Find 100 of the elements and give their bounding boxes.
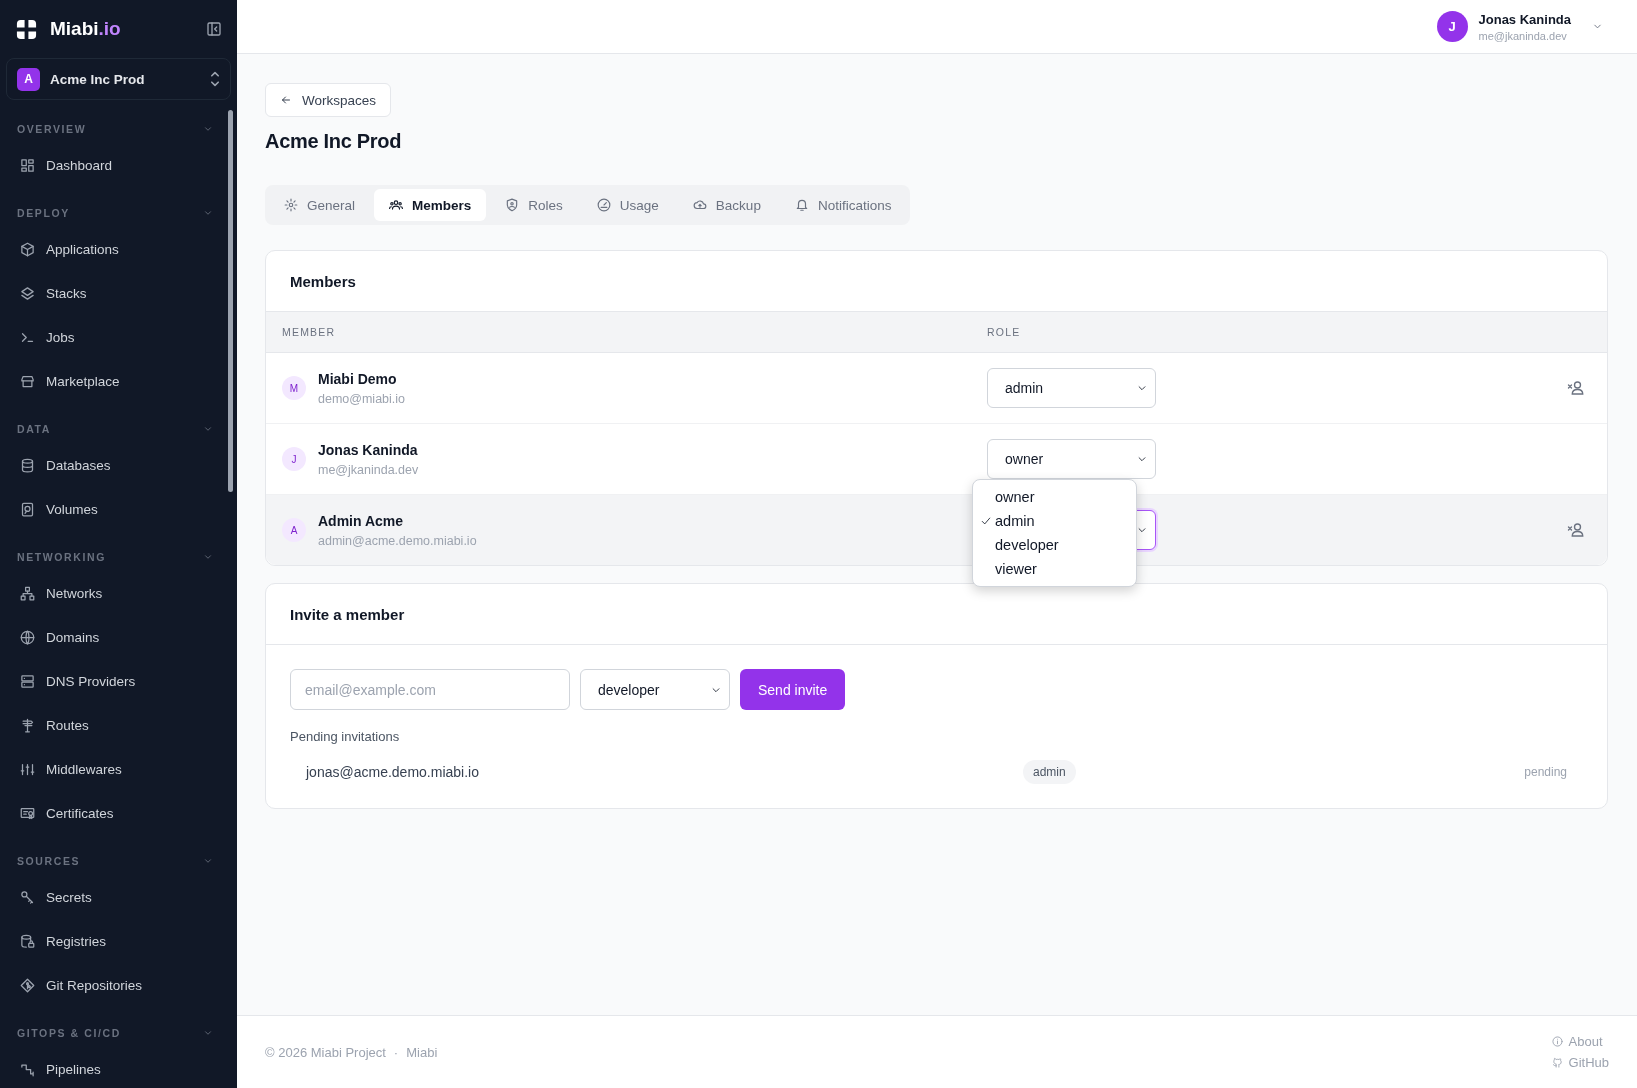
tab[interactable]: Notifications: [779, 189, 907, 221]
key-icon: [20, 889, 35, 905]
user-name: Jonas Kaninda: [1478, 11, 1571, 27]
menu-option[interactable]: admin: [973, 509, 1136, 533]
logo-icon: [15, 17, 38, 41]
brand-name: Miabi.io: [50, 18, 122, 40]
menu-option[interactable]: viewer: [973, 557, 1136, 581]
chevron-down-icon: [1137, 383, 1147, 393]
nav-item[interactable]: Secrets: [0, 875, 237, 919]
certificate-icon: [20, 805, 35, 821]
page-title: Acme Inc Prod: [265, 130, 403, 153]
nav-item[interactable]: Registries: [0, 919, 237, 963]
nav-item[interactable]: Certificates: [0, 791, 237, 835]
chevron-down-icon[interactable]: [203, 856, 213, 866]
role-select[interactable]: admin: [987, 368, 1156, 408]
nav-item[interactable]: Jobs: [0, 315, 237, 359]
email-field[interactable]: email@example.com: [290, 669, 570, 710]
user-avatar[interactable]: J: [1436, 11, 1468, 42]
member-name: Jonas Kaninda: [318, 441, 419, 458]
nav-item[interactable]: Databases: [0, 443, 237, 487]
nav-item[interactable]: Networks: [0, 571, 237, 615]
send-invite-button[interactable]: Send invite: [740, 669, 846, 710]
database-icon: [20, 457, 35, 473]
role-select[interactable]: developer: [580, 669, 730, 710]
nav-item[interactable]: DNS Providers: [0, 659, 237, 703]
scrollbar[interactable]: [228, 110, 233, 492]
nav-item[interactable]: Middlewares: [0, 747, 237, 791]
section-title: GITOPS & CI/CD: [17, 1027, 121, 1039]
menu-option[interactable]: developer: [973, 533, 1136, 557]
nav-item[interactable]: Routes: [0, 703, 237, 747]
member-email: demo@miabi.io: [318, 391, 406, 406]
chevron-down-icon[interactable]: [203, 124, 213, 134]
workspace-avatar: A: [17, 67, 40, 91]
database-lock-icon: [20, 933, 35, 949]
tab[interactable]: General: [269, 189, 371, 221]
nav-item[interactable]: Pipelines: [0, 1047, 237, 1088]
info-icon: [1551, 1036, 1563, 1047]
member-avatar: A: [282, 518, 306, 542]
bell-icon: [794, 198, 809, 212]
nav-item[interactable]: Marketplace: [0, 359, 237, 403]
workspace-name: Acme Inc Prod: [50, 71, 146, 87]
cloud-upload-icon: [692, 198, 707, 212]
member-email: admin@acme.demo.miabi.io: [318, 533, 477, 548]
layers-icon: [20, 285, 35, 301]
separator: ·: [393, 1044, 399, 1060]
tab[interactable]: Backup: [677, 189, 776, 221]
arrow-left-icon: [280, 94, 292, 106]
nav-item[interactable]: Git Repositories: [0, 963, 237, 1007]
invitation-email: jonas@acme.demo.miabi.io: [306, 764, 480, 780]
card-title: Invite a member: [290, 605, 405, 623]
globe-icon: [20, 629, 35, 645]
member-avatar: J: [282, 447, 306, 471]
network-icon: [20, 585, 35, 601]
github-icon: [1551, 1057, 1563, 1068]
section-title: DEPLOY: [17, 207, 70, 219]
chevron-down-icon[interactable]: [203, 552, 213, 562]
column-header: ROLE: [987, 326, 1022, 338]
git-icon: [20, 977, 35, 993]
nav-item[interactable]: Applications: [0, 227, 237, 271]
signpost-icon: [20, 717, 35, 733]
chevron-down-icon[interactable]: [203, 1028, 213, 1038]
chevron-down-icon: [1137, 454, 1147, 464]
member-name: Miabi Demo: [318, 370, 398, 387]
nav-item[interactable]: Domains: [0, 615, 237, 659]
pipeline-icon: [20, 1061, 35, 1077]
server-icon: [20, 673, 35, 689]
grid-icon: [20, 157, 35, 173]
user-email: me@jkaninda.dev: [1478, 29, 1568, 42]
section-title: NETWORKING: [17, 551, 106, 563]
nav-item[interactable]: Dashboard: [0, 143, 237, 187]
chevron-up-down-icon: [210, 71, 220, 87]
shield-icon: [505, 198, 520, 212]
workspace-switcher[interactable]: A Acme Inc Prod: [6, 58, 231, 100]
storefront-icon: [20, 373, 35, 389]
section-title: OVERVIEW: [17, 123, 87, 135]
copyright-text: © 2026 Miabi Project: [265, 1044, 386, 1060]
remove-user-icon[interactable]: [1567, 521, 1585, 539]
invitation-status: pending: [1524, 765, 1567, 779]
gauge-icon: [596, 198, 611, 212]
back-button[interactable]: Workspaces: [265, 83, 392, 117]
sidebar-collapse-icon[interactable]: [206, 21, 222, 37]
tab[interactable]: Roles: [490, 189, 578, 221]
chevron-down-icon: [1137, 525, 1147, 535]
section-title: SOURCES: [17, 855, 81, 867]
nav-item[interactable]: Stacks: [0, 271, 237, 315]
column-header: MEMBER: [282, 326, 337, 338]
remove-user-icon[interactable]: [1567, 379, 1585, 397]
drive-icon: [20, 501, 35, 517]
role-select[interactable]: owner: [987, 439, 1156, 479]
tab[interactable]: Usage: [581, 189, 674, 221]
chevron-down-icon[interactable]: [203, 208, 213, 218]
table-row[interactable]: M Miabi Demo demo@miabi.io admin: [266, 353, 1607, 424]
nav-item[interactable]: Volumes: [0, 487, 237, 531]
card-title: Members: [290, 272, 356, 290]
chevron-down-icon[interactable]: [203, 424, 213, 434]
people-icon: [389, 198, 404, 212]
tab[interactable]: Members: [374, 189, 487, 221]
section-title: DATA: [17, 423, 51, 435]
role-badge: admin: [1023, 760, 1076, 784]
cube-icon: [20, 241, 35, 257]
